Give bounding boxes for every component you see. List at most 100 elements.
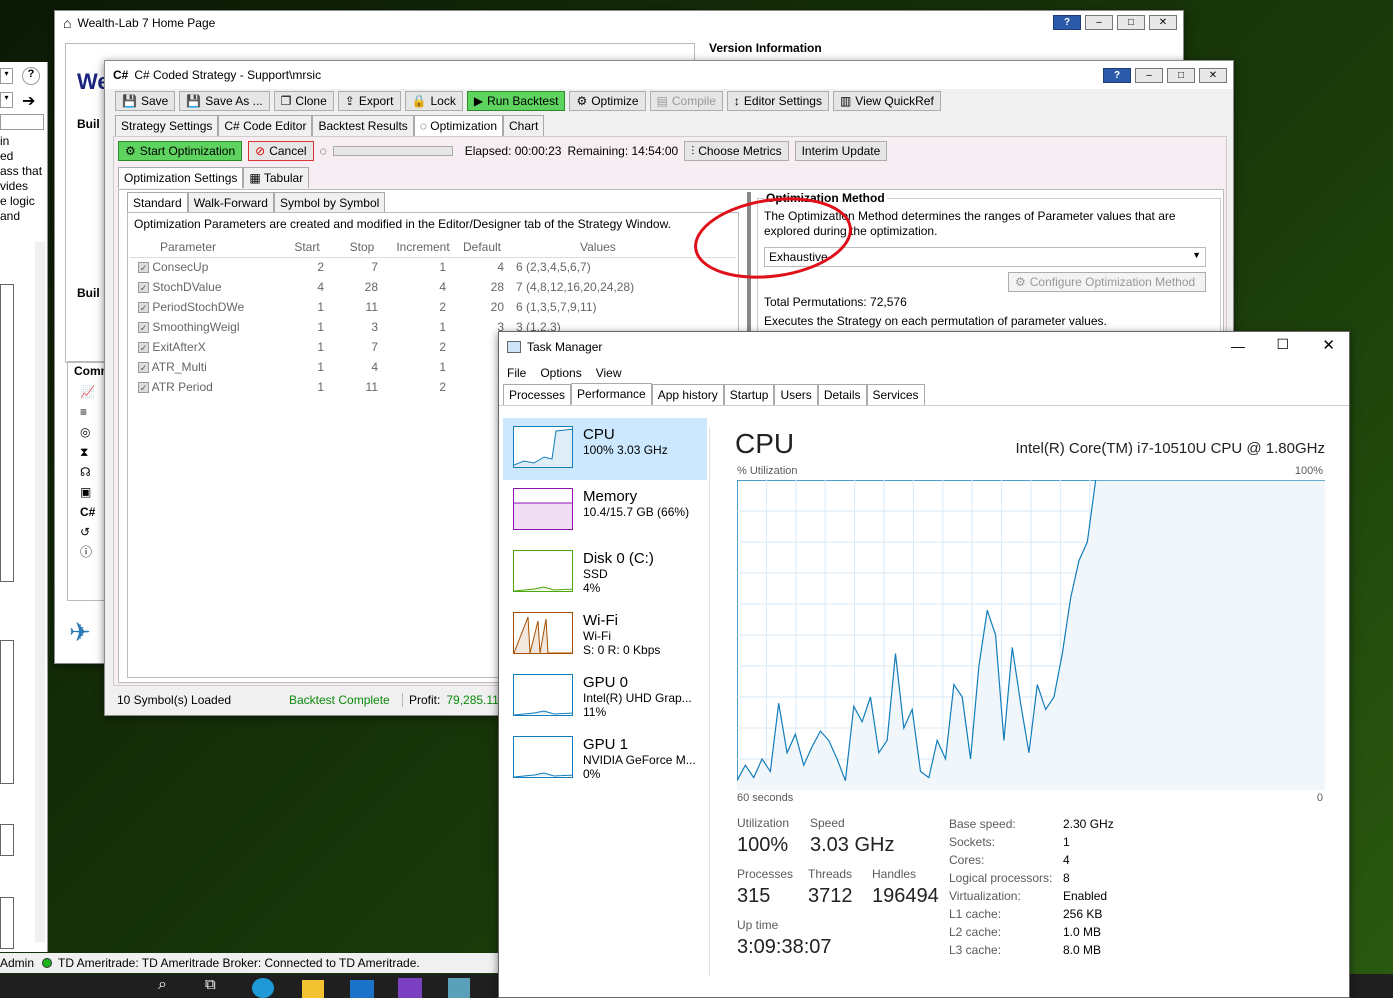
- start-cell[interactable]: 1: [282, 317, 332, 337]
- col-increment[interactable]: Increment: [392, 237, 454, 257]
- help-button[interactable]: ?: [1103, 68, 1131, 83]
- start-cell[interactable]: 1: [282, 337, 332, 357]
- menu-file[interactable]: File: [507, 366, 526, 380]
- tab-symbol-by-symbol[interactable]: Symbol by Symbol: [273, 192, 386, 213]
- interim-update-button[interactable]: Interim Update: [794, 141, 888, 161]
- stop-cell[interactable]: 11: [332, 297, 392, 317]
- maximize-button[interactable]: ☐: [1276, 336, 1289, 353]
- close-button[interactable]: ✕: [1149, 15, 1177, 30]
- maximize-button[interactable]: □: [1167, 68, 1195, 83]
- stop-cell[interactable]: 4: [332, 357, 392, 377]
- tab-app-history[interactable]: App history: [651, 384, 724, 405]
- left-dropdown-2[interactable]: ▾: [0, 92, 13, 108]
- checkbox[interactable]: ✓: [138, 342, 149, 353]
- app-icon[interactable]: [448, 978, 470, 998]
- perf-item-memory[interactable]: Memory 10.4/15.7 GB (66%): [503, 480, 707, 542]
- close-button[interactable]: ✕: [1199, 68, 1227, 83]
- help-icon[interactable]: ?: [22, 67, 40, 85]
- view-quickref-button[interactable]: ▥ View QuickRef: [832, 91, 941, 111]
- tab-startup[interactable]: Startup: [723, 384, 775, 405]
- start-cell[interactable]: 4: [282, 277, 332, 297]
- tab-optimization[interactable]: ◌ Optimization: [413, 115, 503, 136]
- increment-cell[interactable]: 1: [392, 257, 454, 277]
- param-name-cell[interactable]: ✓ StochDValue: [130, 277, 282, 297]
- mail-icon[interactable]: [350, 980, 374, 998]
- tab-optimization-settings[interactable]: Optimization Settings: [118, 167, 244, 188]
- increment-cell[interactable]: 1: [392, 357, 454, 377]
- checkbox[interactable]: ✓: [138, 262, 149, 274]
- col-parameter[interactable]: Parameter: [130, 237, 282, 257]
- start-cell[interactable]: 1: [282, 377, 332, 397]
- increment-cell[interactable]: 4: [392, 277, 454, 297]
- increment-cell[interactable]: 2: [392, 377, 454, 397]
- configure-method-button[interactable]: ⚙ Configure Optimization Method: [1008, 272, 1206, 292]
- perf-item-gpu-0[interactable]: GPU 0 Intel(R) UHD Grap... 11%: [503, 666, 707, 728]
- task-view-icon[interactable]: ⧉: [205, 976, 216, 993]
- tab-processes[interactable]: Processes: [503, 384, 572, 405]
- clone-button[interactable]: ❐ Clone: [273, 91, 334, 111]
- tab-performance[interactable]: Performance: [571, 383, 652, 405]
- increment-cell[interactable]: 2: [392, 337, 454, 357]
- perf-item-wi-fi[interactable]: Wi-Fi Wi-Fi S: 0 R: 0 Kbps: [503, 604, 707, 666]
- run-backtest-button[interactable]: ▶ Run Backtest: [466, 91, 566, 111]
- checkbox[interactable]: ✓: [138, 302, 149, 313]
- checkbox[interactable]: ✓: [138, 282, 149, 293]
- param-name-cell[interactable]: ✓ ATR Period: [130, 377, 282, 397]
- col-start[interactable]: Start: [282, 237, 332, 257]
- start-optimization-button[interactable]: ⚙ Start Optimization: [118, 141, 243, 161]
- tab-strategy-settings[interactable]: Strategy Settings: [115, 115, 219, 136]
- perf-item-disk-0-c[interactable]: Disk 0 (C:) SSD 4%: [503, 542, 707, 604]
- stop-cell[interactable]: 11: [332, 377, 392, 397]
- maximize-button[interactable]: □: [1117, 15, 1145, 30]
- explorer-icon[interactable]: [302, 980, 324, 998]
- col-stop[interactable]: Stop: [332, 237, 392, 257]
- default-cell[interactable]: 4: [454, 257, 510, 277]
- increment-cell[interactable]: 1: [392, 317, 454, 337]
- param-name-cell[interactable]: ✓ SmoothingWeigl: [130, 317, 282, 337]
- checkbox[interactable]: ✓: [138, 362, 149, 373]
- param-name-cell[interactable]: ✓ PeriodStochDWe: [130, 297, 282, 317]
- close-button[interactable]: ✕: [1322, 336, 1335, 354]
- checkbox[interactable]: ✓: [138, 382, 149, 393]
- visual-studio-icon[interactable]: [398, 978, 422, 998]
- export-button[interactable]: ⇪ Export: [337, 91, 401, 111]
- menu-options[interactable]: Options: [540, 366, 581, 380]
- left-scrollbar[interactable]: [35, 242, 45, 942]
- increment-cell[interactable]: 2: [392, 297, 454, 317]
- table-row[interactable]: ✓ ConsecUp 2 7 1 4 6 (2,3,4,5,6,7): [130, 257, 736, 277]
- compile-button[interactable]: ▤ Compile: [649, 91, 723, 111]
- lock-button[interactable]: 🔒 Lock: [404, 91, 463, 111]
- tm-titlebar[interactable]: Task Manager — ☐ ✕: [499, 332, 1349, 362]
- stop-cell[interactable]: 7: [332, 337, 392, 357]
- help-button[interactable]: ?: [1053, 15, 1081, 30]
- save-as-button[interactable]: 💾 Save As ...: [179, 91, 270, 111]
- wl-home-titlebar[interactable]: ⌂ Wealth-Lab 7 Home Page: [55, 11, 1183, 35]
- edge-icon[interactable]: [252, 978, 274, 998]
- start-cell[interactable]: 2: [282, 257, 332, 277]
- tab-users[interactable]: Users: [774, 384, 818, 405]
- perf-item-cpu[interactable]: CPU 100% 3.03 GHz: [503, 418, 707, 480]
- minimize-button[interactable]: –: [1085, 15, 1113, 30]
- checkbox[interactable]: ✓: [138, 322, 149, 333]
- save-button[interactable]: 💾 Save: [115, 91, 176, 111]
- tab-walk-forward[interactable]: Walk-Forward: [187, 192, 274, 213]
- strategy-titlebar[interactable]: C# C# Coded Strategy - Support\mrsic: [105, 61, 1233, 89]
- tab-services[interactable]: Services: [866, 384, 925, 405]
- tab-backtest-results[interactable]: Backtest Results: [312, 115, 414, 136]
- param-name-cell[interactable]: ✓ ExitAfterX: [130, 337, 282, 357]
- editor-settings-button[interactable]: ↕ Editor Settings: [726, 91, 829, 111]
- stop-cell[interactable]: 28: [332, 277, 392, 297]
- tab-chart[interactable]: Chart: [503, 115, 545, 136]
- tab-code-editor[interactable]: C# Code Editor: [218, 115, 313, 136]
- choose-metrics-button[interactable]: ⫶ Choose Metrics: [684, 141, 789, 161]
- minimize-button[interactable]: –: [1135, 68, 1163, 83]
- minimize-button[interactable]: —: [1231, 338, 1245, 354]
- table-row[interactable]: ✓ PeriodStochDWe 1 11 2 20 6 (1,3,5,7,9,…: [130, 297, 736, 317]
- param-name-cell[interactable]: ✓ ATR_Multi: [130, 357, 282, 377]
- arrow-right-icon[interactable]: ➔: [22, 91, 35, 111]
- start-cell[interactable]: 1: [282, 297, 332, 317]
- stop-cell[interactable]: 3: [332, 317, 392, 337]
- tab-tabular[interactable]: ▦ Tabular: [243, 167, 310, 188]
- start-cell[interactable]: 1: [282, 357, 332, 377]
- cancel-button[interactable]: ⊘ Cancel: [248, 141, 314, 161]
